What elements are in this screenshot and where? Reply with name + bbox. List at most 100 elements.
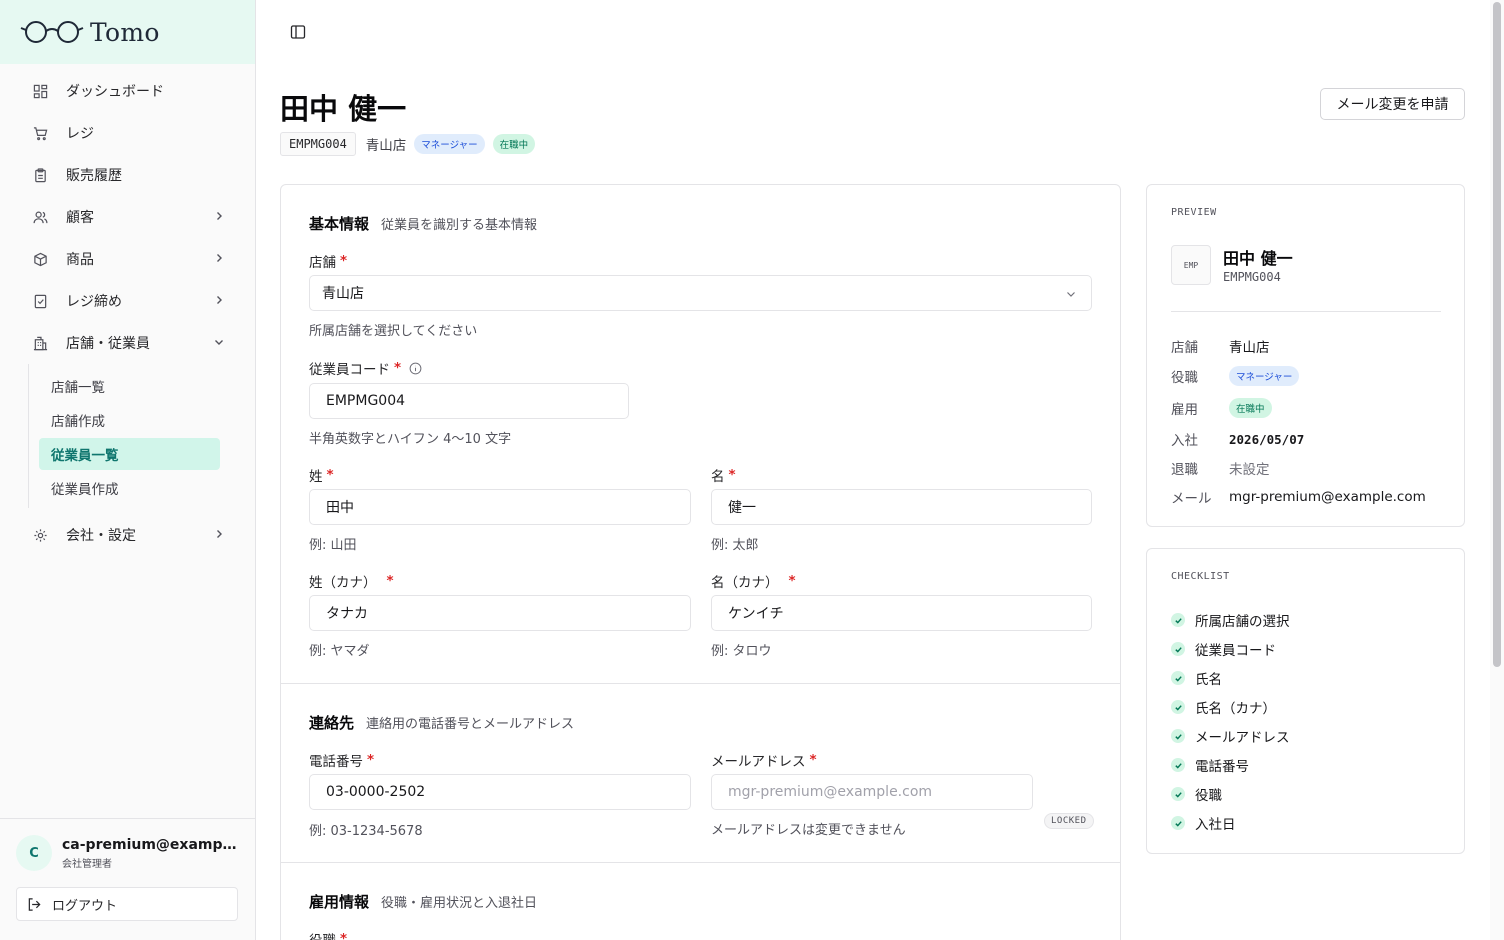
- receipt-icon: [32, 293, 48, 309]
- sidebar-item-dashboard[interactable]: ダッシュボード: [0, 70, 255, 112]
- section-divider: [281, 683, 1120, 684]
- building-icon: [32, 335, 48, 351]
- last-name-hint: 例: 山田: [309, 538, 357, 553]
- first-name-kana-label: 名（カナ） *: [711, 573, 796, 591]
- last-name-kana-hint: 例: ヤマダ: [309, 644, 370, 659]
- employee-code-hint: 半角英数字とハイフン 4〜10 文字: [309, 432, 512, 447]
- chevron-down-icon: [215, 340, 223, 345]
- checklist-item: 氏名（カナ）: [1171, 697, 1276, 717]
- checklist-item: 氏名: [1171, 668, 1222, 688]
- sidebar: Tomo ダッシュボード レジ 販売履歴 顧客 商品 レジ締め 店舗・従業員 店…: [0, 0, 256, 940]
- user-panel: C ca-premium@example.com 会社管理者 ログアウト: [0, 818, 255, 921]
- role-badge: マネージャー: [1229, 366, 1300, 386]
- logout-label: ログアウト: [52, 898, 118, 914]
- user-info[interactable]: C ca-premium@example.com 会社管理者: [16, 835, 239, 871]
- scrollbar-thumb[interactable]: [1493, 2, 1501, 667]
- check-icon: [1171, 700, 1185, 714]
- sidebar-item-label: レジ: [66, 126, 94, 142]
- user-email: ca-premium@example.com: [62, 836, 237, 853]
- cart-icon: [32, 125, 48, 141]
- section-title: 連絡先: [309, 714, 355, 732]
- section-contact-header: 連絡先 連絡用の電話番号とメールアドレス: [309, 712, 574, 733]
- section-divider: [281, 862, 1120, 863]
- sidebar-item-label: 店舗・従業員: [66, 336, 150, 352]
- check-icon: [1171, 671, 1185, 685]
- checklist-item: 所属店舗の選択: [1171, 610, 1290, 630]
- store-text: 青山店: [365, 138, 407, 154]
- phone-label: 電話番号 *: [309, 752, 375, 770]
- sidebar-subitem-store-list[interactable]: 店舗一覧: [39, 370, 220, 402]
- last-name-input[interactable]: 田中: [309, 489, 691, 525]
- email-label: メールアドレス *: [711, 752, 817, 770]
- checklist-item: 従業員コード: [1171, 639, 1276, 659]
- sidebar-item-stores-employees[interactable]: 店舗・従業員: [0, 322, 255, 364]
- check-icon: [1171, 613, 1185, 627]
- first-name-input[interactable]: 健一: [711, 489, 1092, 525]
- required-mark: *: [728, 467, 736, 483]
- employee-avatar-placeholder: EMP: [1171, 245, 1211, 285]
- sidebar-item-label: 顧客: [66, 210, 94, 226]
- sidebar-subitem-employee-create[interactable]: 従業員作成: [39, 472, 220, 504]
- store-label: 店舗 *: [309, 253, 348, 271]
- employee-code-label: 従業員コード *: [309, 358, 422, 378]
- check-icon: [1171, 642, 1185, 656]
- clipboard-icon: [32, 167, 48, 183]
- first-name-kana-input[interactable]: ケンイチ: [711, 595, 1092, 631]
- logout-button[interactable]: ログアウト: [16, 887, 238, 921]
- email-input: mgr-premium@example.com: [711, 774, 1033, 810]
- employee-form: 基本情報 従業員を識別する基本情報 店舗 * 青山店 所属店舗を選択してください …: [280, 184, 1121, 940]
- role-badge: マネージャー: [414, 134, 485, 154]
- sidebar-item-sales-history[interactable]: 販売履歴: [0, 154, 255, 196]
- dashboard-icon: [32, 83, 48, 99]
- preview-divider: [1171, 311, 1441, 312]
- sidebar-item-products[interactable]: 商品: [0, 238, 255, 280]
- check-icon: [1171, 816, 1185, 830]
- required-mark: *: [340, 253, 348, 269]
- sidebar-toggle-icon[interactable]: [290, 24, 306, 40]
- preview-row-employment: 雇用 在職中: [1171, 398, 1272, 418]
- sidebar-subitem-employee-list[interactable]: 従業員一覧: [39, 438, 220, 470]
- required-mark: *: [788, 573, 796, 589]
- sidebar-subitem-store-create[interactable]: 店舗作成: [39, 404, 220, 436]
- required-mark: *: [340, 931, 348, 940]
- brand-name: Tomo: [90, 17, 160, 47]
- section-desc: 従業員を識別する基本情報: [381, 218, 538, 233]
- locked-badge: LOCKED: [1044, 813, 1094, 829]
- required-mark: *: [386, 573, 394, 589]
- sidebar-item-label: ダッシュボード: [66, 84, 164, 100]
- sidebar-item-customers[interactable]: 顧客: [0, 196, 255, 238]
- sidebar-item-label: レジ締め: [66, 294, 122, 310]
- brand-logo[interactable]: Tomo: [0, 0, 255, 64]
- sidebar-item-label: 商品: [66, 252, 94, 268]
- glasses-icon: [20, 21, 84, 43]
- store-select[interactable]: 青山店: [309, 275, 1092, 311]
- page-scrollbar[interactable]: [1490, 0, 1504, 940]
- section-title: 基本情報: [309, 215, 370, 233]
- chevron-right-icon: [217, 530, 222, 538]
- role-label: 役職*: [309, 929, 347, 940]
- section-employment-header: 雇用情報 役職・雇用状況と入退社日: [309, 891, 537, 912]
- users-icon: [32, 209, 48, 225]
- section-desc: 役職・雇用状況と入退社日: [381, 896, 538, 911]
- employee-code-input[interactable]: EMPMG004: [309, 383, 629, 419]
- required-mark: *: [809, 752, 817, 768]
- chevron-right-icon: [217, 254, 222, 262]
- sidebar-item-register[interactable]: レジ: [0, 112, 255, 154]
- first-name-label: 名 *: [711, 467, 736, 485]
- last-name-label: 姓 *: [309, 467, 334, 485]
- sidebar-item-register-close[interactable]: レジ締め: [0, 280, 255, 322]
- request-email-change-button[interactable]: メール変更を申請: [1320, 88, 1465, 120]
- preview-caption: PREVIEW: [1171, 207, 1217, 218]
- preview-row-email: メール mgr-premium@example.com: [1171, 489, 1426, 507]
- phone-input[interactable]: 03-0000-2502: [309, 774, 691, 810]
- info-icon[interactable]: [409, 362, 422, 375]
- email-hint: メールアドレスは変更できません: [711, 823, 906, 838]
- sidebar-item-label: 会社・設定: [66, 528, 136, 544]
- status-badge: 在職中: [492, 134, 536, 154]
- required-mark: *: [394, 360, 402, 376]
- avatar: C: [16, 835, 52, 871]
- sidebar-item-company-settings[interactable]: 会社・設定: [0, 514, 255, 556]
- chevron-down-icon: [1067, 292, 1075, 297]
- last-name-kana-input[interactable]: タナカ: [309, 595, 691, 631]
- section-desc: 連絡用の電話番号とメールアドレス: [366, 717, 575, 732]
